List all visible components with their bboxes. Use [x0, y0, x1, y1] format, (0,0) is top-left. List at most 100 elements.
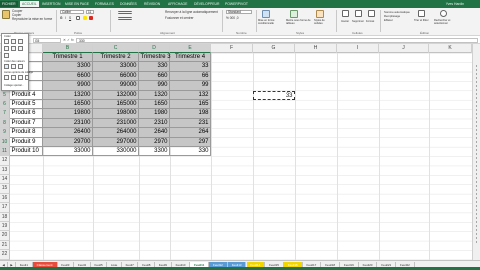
format-as-table-button[interactable]: Mettre sous forme de tableau: [286, 19, 312, 26]
table-cell[interactable]: 13200: [43, 90, 93, 100]
row-header[interactable]: 16: [0, 193, 10, 204]
column-header[interactable]: I: [337, 44, 379, 53]
table-cell[interactable]: 16500: [43, 100, 93, 110]
paste-formulas-numbers-icon[interactable]: [18, 39, 23, 44]
table-cell[interactable]: 66000: [93, 71, 139, 82]
paste-icon[interactable]: [2, 10, 10, 19]
paste-picture-icon[interactable]: [18, 75, 23, 80]
table-cell[interactable]: 132000: [93, 90, 139, 100]
name-box[interactable]: G5: [33, 37, 61, 43]
formula-input[interactable]: 330: [76, 37, 478, 43]
column-header[interactable]: E: [170, 44, 211, 53]
format-painter-button[interactable]: Reproduire la mise en forme: [12, 17, 52, 21]
find-select-button[interactable]: Rechercher et sélectionner: [434, 19, 460, 26]
paste-values-source-format-icon[interactable]: [18, 64, 23, 69]
column-header[interactable]: D: [139, 44, 170, 53]
table-cell[interactable]: 165: [170, 100, 211, 110]
table-header-cell[interactable]: Trimestre 1: [43, 53, 93, 63]
table-cell[interactable]: 6600: [43, 71, 93, 82]
table-cell[interactable]: 2640: [139, 128, 170, 138]
row-label-cell[interactable]: Produit 9: [10, 137, 43, 147]
row-header[interactable]: 18: [0, 212, 10, 223]
paste-formulas-icon[interactable]: [11, 39, 16, 44]
table-cell[interactable]: 264000: [93, 128, 139, 138]
format-button[interactable]: Format: [366, 20, 374, 23]
column-header[interactable]: B: [43, 44, 93, 53]
row-label-cell[interactable]: Produit 6: [10, 109, 43, 119]
row-header[interactable]: 12: [0, 156, 10, 166]
column-header[interactable]: C: [93, 44, 139, 53]
row-header[interactable]: 21: [0, 240, 10, 251]
column-header[interactable]: G: [253, 44, 295, 53]
row-header[interactable]: 7: [0, 109, 10, 119]
delete-cells-icon[interactable]: [355, 10, 362, 17]
table-cell[interactable]: 33: [170, 62, 211, 72]
table-cell[interactable]: 198000: [93, 109, 139, 119]
bold-button[interactable]: G: [60, 16, 62, 20]
conditional-format-icon[interactable]: [262, 10, 270, 18]
font-size-select[interactable]: 11: [86, 10, 94, 14]
paste-column-widths-icon[interactable]: [18, 46, 23, 51]
table-header-cell[interactable]: Trimestre 2: [93, 53, 139, 63]
table-cell[interactable]: 297: [170, 137, 211, 147]
row-header[interactable]: 6: [0, 99, 10, 110]
table-cell[interactable]: 99: [170, 81, 211, 91]
table-cell[interactable]: 1320: [139, 90, 170, 100]
cell-styles-button[interactable]: Styles de cellules: [314, 19, 334, 26]
table-cell[interactable]: 264: [170, 128, 211, 138]
row-header[interactable]: 19: [0, 222, 10, 232]
tab-view[interactable]: AFFICHAGE: [166, 1, 189, 7]
row-header[interactable]: 11: [0, 146, 10, 157]
row-header[interactable]: 8: [0, 118, 10, 129]
cell-styles-icon[interactable]: [316, 10, 324, 18]
align-icon[interactable]: [118, 11, 132, 14]
table-cell[interactable]: 297000: [93, 137, 139, 147]
underline-button[interactable]: S: [69, 16, 71, 20]
insert-cells-icon[interactable]: [342, 10, 349, 17]
paste-values-icon[interactable]: [4, 64, 9, 69]
column-header[interactable]: K: [429, 44, 472, 53]
delete-button[interactable]: Supprimer: [352, 20, 364, 23]
tab-insert[interactable]: INSERTION: [40, 1, 62, 7]
table-cell[interactable]: 990: [139, 81, 170, 91]
table-cell[interactable]: 99000: [93, 81, 139, 91]
format-cells-icon[interactable]: [368, 10, 375, 17]
insert-function-icon[interactable]: fx: [71, 38, 74, 42]
tab-powerpivot[interactable]: POWERPIVOT: [223, 1, 250, 7]
conditional-format-button[interactable]: Mise en forme conditionnelle: [258, 19, 284, 26]
format-table-icon[interactable]: [290, 10, 298, 18]
font-color-icon[interactable]: [89, 16, 93, 20]
tab-formulas[interactable]: FORMULES: [93, 1, 116, 7]
row-label-cell[interactable]: Produit 7: [10, 118, 43, 129]
row-header[interactable]: 14: [0, 175, 10, 185]
table-cell[interactable]: 19800: [43, 109, 93, 119]
paste-keep-source-icon[interactable]: [4, 46, 9, 51]
indent-icon[interactable]: [118, 17, 132, 20]
insert-button[interactable]: Insérer: [341, 20, 349, 23]
table-cell[interactable]: 1650: [139, 100, 170, 110]
enter-icon[interactable]: ✓: [67, 38, 70, 42]
paste-formatting-icon[interactable]: [4, 75, 9, 80]
table-cell[interactable]: 660: [139, 71, 170, 82]
table-cell[interactable]: 231: [170, 118, 211, 129]
table-cell[interactable]: 23100: [43, 118, 93, 129]
tab-page-layout[interactable]: MISE EN PAGE: [63, 1, 91, 7]
merge-center-button[interactable]: Fusionner et centrer: [165, 16, 194, 20]
table-cell[interactable]: 132: [170, 90, 211, 100]
row-label-cell[interactable]: Produit 5: [10, 100, 43, 110]
tab-developer[interactable]: DÉVELOPPEUR: [192, 1, 221, 7]
wrap-text-button[interactable]: Renvoyer à la ligne automatiquement: [165, 10, 218, 14]
table-header-cell[interactable]: Trimestre 3: [139, 53, 171, 63]
row-header[interactable]: 13: [0, 165, 10, 176]
table-cell[interactable]: 9900: [43, 81, 93, 91]
table-cell[interactable]: 26400: [43, 128, 93, 138]
table-cell[interactable]: 33000: [43, 147, 93, 157]
table-cell[interactable]: 330: [170, 147, 211, 157]
table-cell[interactable]: 330000: [93, 147, 139, 157]
vertical-scrollbar[interactable]: [472, 44, 480, 260]
borders-icon[interactable]: [76, 16, 80, 20]
column-header[interactable]: H: [295, 44, 337, 53]
row-label-cell[interactable]: Produit 10: [10, 147, 43, 157]
tab-file[interactable]: FICHIER: [0, 1, 18, 7]
copied-cell[interactable]: 33: [253, 90, 295, 100]
